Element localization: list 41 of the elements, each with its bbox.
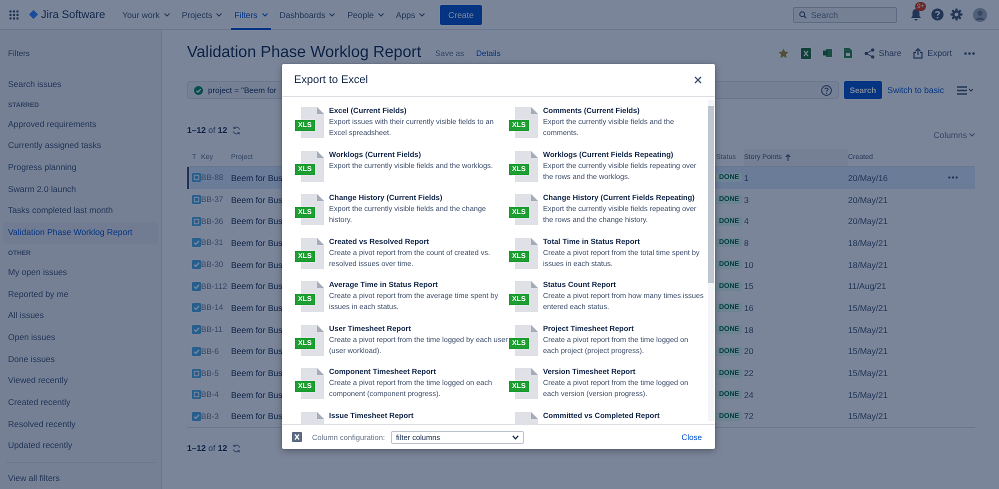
table-cell-text: 20/May/16	[848, 172, 889, 183]
table-cell: Beem for Bus	[231, 216, 282, 226]
table-cell-text: 72	[744, 411, 754, 422]
table-cell: Beem for Bus	[231, 281, 282, 292]
table-cell-text: 24	[744, 390, 754, 400]
page-title: Validation Phase Worklog Report	[187, 44, 422, 62]
table-cell: Beem for Bus	[231, 238, 282, 248]
table-cell-text: 22	[744, 368, 754, 378]
table-cell: Beem for Bus	[231, 324, 282, 335]
table-cell-text: 18/May/21	[848, 238, 889, 248]
result-count: 1–12 of 12	[187, 125, 228, 135]
table-cell-text: 4	[744, 216, 750, 226]
result-count: 1–12 of 12	[187, 443, 228, 454]
table-cell: Beem for Bus	[231, 194, 282, 205]
table-cell-text: 18	[744, 324, 754, 335]
dialog-title: Export to Excel	[294, 74, 368, 86]
table-cell-text: 15/May/21	[848, 368, 889, 378]
table-cell-text: 15/May/21	[848, 390, 889, 400]
table-cell: Beem for Bus	[231, 346, 282, 356]
table-cell: Beem for Bus	[231, 260, 282, 270]
table-cell-text: 15/May/21	[848, 411, 889, 422]
sidebar-title: Filters	[7, 49, 31, 58]
table-cell: Beem for Bus	[231, 411, 282, 422]
table-cell-text: 8	[744, 238, 750, 248]
table-cell-text: 15/May/21	[848, 324, 889, 335]
table-cell-text: 18/May/21	[848, 260, 889, 270]
table-cell-text: 15/May/21	[848, 346, 889, 356]
table-cell: Beem for Bus	[231, 368, 282, 378]
table-cell: Beem for Bus	[231, 172, 282, 183]
table-cell: Beem for Bus	[231, 302, 282, 313]
table-cell-text: 20/May/21	[848, 194, 889, 205]
table-cell-text: 3	[744, 194, 750, 205]
table-cell-text: 20/May/21	[848, 216, 889, 226]
table-cell: Beem for Bus	[231, 390, 282, 400]
table-cell-text: 15	[744, 281, 754, 292]
table-cell-text: 15/May/21	[848, 302, 889, 313]
table-cell-text: 10	[744, 260, 754, 270]
table-cell-text: 1	[744, 172, 750, 183]
table-cell-text: 11/Aug/21	[848, 281, 888, 292]
table-cell-text: 16	[744, 302, 754, 313]
table-cell-text: 20	[744, 346, 754, 356]
